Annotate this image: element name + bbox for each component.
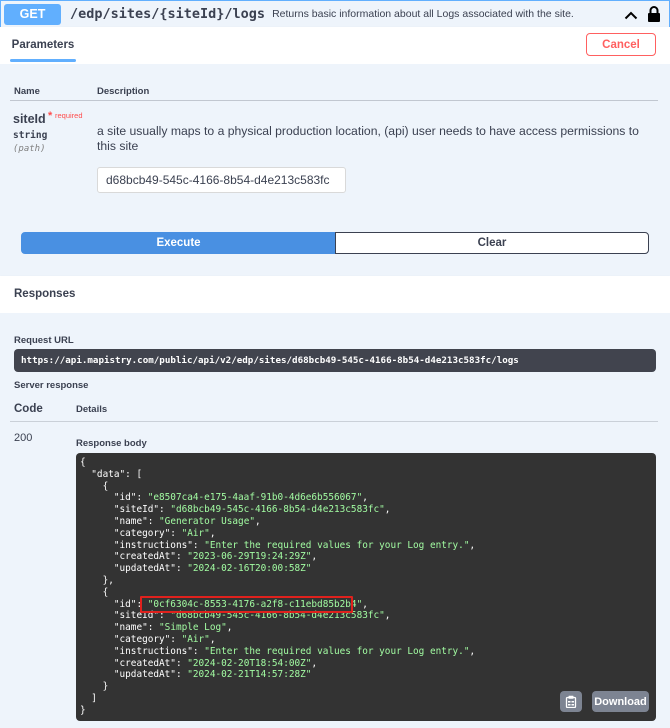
lock-icon[interactable] [646, 4, 662, 24]
server-response-label: Server response [14, 380, 89, 391]
status-code: 200 [14, 432, 33, 444]
param-description: a site usually maps to a physical produc… [97, 124, 639, 153]
request-url[interactable]: https://api.mapistry.com/public/api/v2/e… [14, 349, 656, 372]
json-line: { [80, 480, 109, 492]
responses-title: Responses [14, 288, 76, 300]
execute-button[interactable]: Execute [21, 232, 336, 254]
copy-button[interactable] [560, 691, 582, 712]
responses-header: Responses [0, 276, 670, 313]
json-line: }, [80, 575, 114, 586]
json-line: "name": "Generator Usage", [80, 516, 261, 527]
param-type: string [13, 130, 48, 141]
json-line: { [80, 457, 86, 468]
json-line: ] [80, 693, 97, 704]
json-line: "name": "Simple Log", [80, 622, 233, 634]
json-line: "createdAt": "2023-06-29T19:24:29Z", [80, 551, 318, 563]
column-divider [10, 100, 658, 101]
responses-body: Request URL https://api.mapistry.com/pub… [0, 313, 670, 728]
header-divider [10, 421, 658, 422]
json-line: "createdAt": "2024-02-20T18:54:00Z", [80, 657, 318, 669]
json-line: "category": "Air", [80, 527, 216, 539]
json-line: "category": "Air", [80, 634, 216, 645]
required-label: required [55, 111, 83, 120]
response-body-label: Response body [76, 438, 147, 449]
tab-parameters[interactable]: Parameters [10, 27, 76, 62]
column-header-name: Name [14, 86, 40, 97]
parameters-body: Name Description siteId * required strin… [0, 64, 670, 276]
column-header-description: Description [97, 86, 150, 97]
param-name: siteId [13, 112, 46, 126]
json-line: "updatedAt": "2024-02-21T14:57:28Z" [80, 669, 312, 681]
column-header-code: Code [14, 403, 43, 415]
endpoint-summary: Returns basic information about all Logs… [272, 8, 574, 20]
site-id-input[interactable] [97, 167, 346, 193]
download-button[interactable]: Download [592, 691, 649, 712]
operation-summary[interactable]: GET /edp/sites/{siteId}/logs Returns bas… [0, 0, 670, 27]
json-line: "data": [ [80, 468, 143, 480]
response-body[interactable]: { "data": [ { "id": "e8507ca4-e175-4aaf-… [76, 453, 656, 721]
request-url-label: Request URL [14, 335, 74, 346]
parameters-header: Parameters Cancel [0, 27, 670, 64]
http-method-badge: GET [4, 3, 61, 25]
highlight-annotation [140, 596, 353, 613]
json-line: "id": "e8507ca4-e175-4aaf-91b0-4d6e6b556… [80, 492, 368, 504]
json-line: "instructions": "Enter the required valu… [80, 645, 476, 657]
json-line: } [80, 681, 109, 693]
clipboard-icon [565, 695, 577, 708]
json-line: "updatedAt": "2024-02-16T20:00:58Z" [80, 563, 312, 575]
chevron-up-icon[interactable] [622, 6, 640, 24]
endpoint-path: /edp/sites/{siteId}/logs [70, 6, 266, 22]
tab-active-indicator [10, 59, 76, 62]
param-location: (path) [13, 144, 46, 154]
cancel-button[interactable]: Cancel [586, 33, 656, 56]
clear-button[interactable]: Clear [335, 232, 649, 254]
json-line: "instructions": "Enter the required valu… [80, 539, 476, 551]
json-line: "siteId": "d68bcb49-545c-4166-8b54-d4e21… [80, 504, 391, 516]
required-star: * [48, 110, 53, 122]
column-header-details: Details [76, 404, 108, 415]
json-line: } [80, 704, 86, 716]
json-line: { [80, 586, 109, 598]
